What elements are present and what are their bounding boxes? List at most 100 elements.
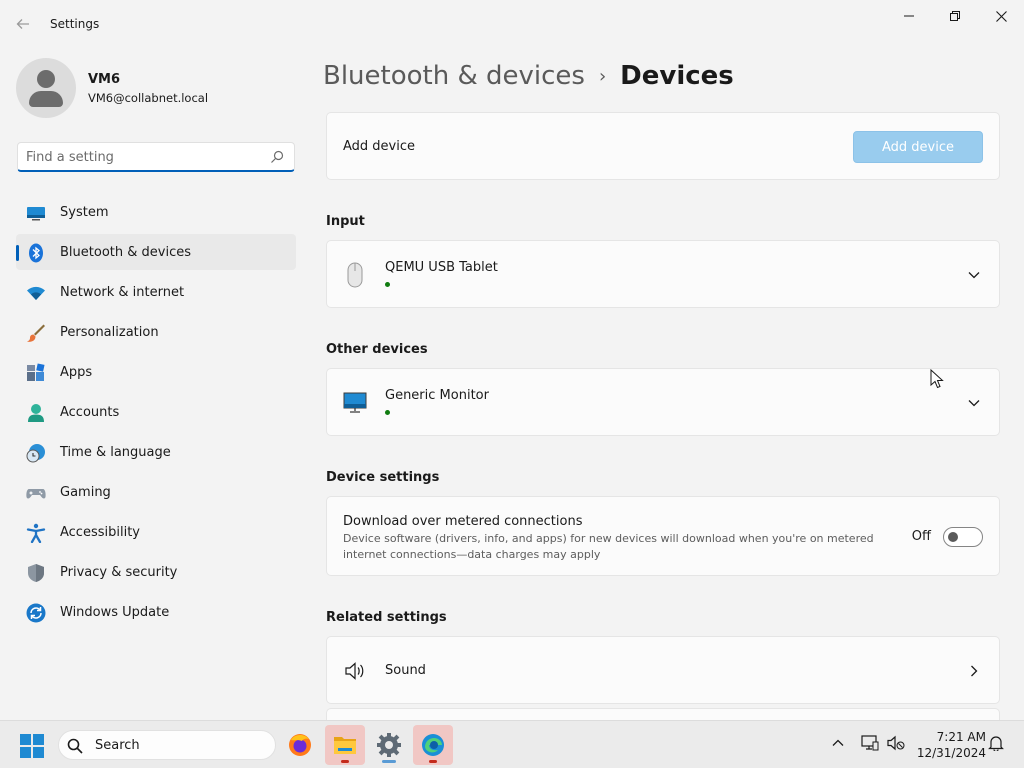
file-explorer-icon xyxy=(334,737,356,754)
metered-connections-setting: Download over metered connections Device… xyxy=(326,496,1000,576)
related-item-label: Sound xyxy=(385,663,426,678)
sidebar-item-personalization[interactable]: Personalization xyxy=(16,314,296,350)
sidebar-item-label: Accessibility xyxy=(60,525,140,540)
chevron-down-icon[interactable] xyxy=(967,396,981,410)
related-settings-section-title: Related settings xyxy=(326,610,447,625)
sidebar-item-accessibility[interactable]: Accessibility xyxy=(16,514,296,550)
sidebar-item-label: Gaming xyxy=(60,485,111,500)
search-icon xyxy=(67,738,83,754)
settings-search[interactable] xyxy=(17,142,295,172)
sidebar-item-label: Personalization xyxy=(60,325,159,340)
settings-icon xyxy=(377,733,401,757)
sidebar-item-accounts[interactable]: Accounts xyxy=(16,394,296,430)
running-indicator xyxy=(341,760,349,763)
sidebar-nav: System Bluetooth & devices Network & int… xyxy=(16,194,296,634)
volume-tray-button[interactable] xyxy=(886,733,906,753)
connected-status-dot xyxy=(385,282,390,287)
active-indicator xyxy=(382,760,396,763)
clock-time: 7:21 AM xyxy=(936,730,986,744)
device-name: QEMU USB Tablet xyxy=(385,260,498,275)
taskbar-app-edge[interactable] xyxy=(413,725,453,765)
add-device-label: Add device xyxy=(343,139,416,154)
title-bar: Settings xyxy=(0,0,1024,48)
sidebar-item-apps[interactable]: Apps xyxy=(16,354,296,390)
breadcrumb-separator: › xyxy=(598,65,607,87)
sidebar-item-label: Accounts xyxy=(60,405,120,420)
add-device-card: Add device Add device xyxy=(326,112,1000,180)
minimize-button[interactable] xyxy=(886,0,932,32)
taskbar-search-label: Search xyxy=(95,738,140,753)
sidebar-item-system[interactable]: System xyxy=(16,194,296,230)
sidebar-item-label: System xyxy=(60,205,109,220)
profile-name: VM6 xyxy=(88,72,121,87)
sidebar-item-gaming[interactable]: Gaming xyxy=(16,474,296,510)
breadcrumb-parent[interactable]: Bluetooth & devices xyxy=(323,61,585,91)
wifi-icon xyxy=(27,286,45,300)
speaker-icon xyxy=(345,662,364,680)
taskbar-app-settings[interactable] xyxy=(369,725,409,765)
bluetooth-icon xyxy=(29,243,43,263)
notifications-button[interactable] xyxy=(986,733,1006,753)
taskbar-search[interactable]: Search xyxy=(58,730,276,760)
avatar xyxy=(16,58,76,118)
back-button[interactable] xyxy=(10,12,36,36)
taskbar-clock[interactable]: 7:21 AM 12/31/2024 xyxy=(914,729,986,761)
device-name: Generic Monitor xyxy=(385,388,489,403)
search-icon[interactable] xyxy=(270,150,284,164)
sidebar-item-bluetooth-devices[interactable]: Bluetooth & devices xyxy=(16,234,296,270)
breadcrumb: Bluetooth & devices › Devices xyxy=(323,58,734,94)
sidebar-item-privacy-security[interactable]: Privacy & security xyxy=(16,554,296,590)
back-arrow-icon xyxy=(16,19,29,29)
user-profile[interactable]: VM6 VM6@collabnet.local xyxy=(16,58,296,118)
close-button[interactable] xyxy=(978,0,1024,32)
add-device-button[interactable]: Add device xyxy=(853,131,983,163)
maximize-button[interactable] xyxy=(932,0,978,32)
search-input[interactable] xyxy=(26,148,266,166)
mouse-cursor-icon xyxy=(930,369,944,389)
device-row-qemu-usb-tablet[interactable]: QEMU USB Tablet xyxy=(326,240,1000,308)
sidebar-item-label: Apps xyxy=(60,365,93,380)
toggle-state-label: Off xyxy=(911,529,931,544)
sidebar-item-label: Bluetooth & devices xyxy=(60,245,191,260)
restore-icon xyxy=(950,11,960,21)
taskbar-app-firefox[interactable] xyxy=(280,725,320,765)
shield-icon xyxy=(28,564,44,582)
gamepad-icon xyxy=(26,489,46,499)
system-icon xyxy=(27,207,45,221)
device-settings-section-title: Device settings xyxy=(326,470,440,485)
bell-icon xyxy=(988,736,1004,751)
network-tray-button[interactable] xyxy=(860,733,880,753)
related-item-sound[interactable]: Sound xyxy=(326,636,1000,704)
clock-date: 12/31/2024 xyxy=(916,746,986,760)
connected-status-dot xyxy=(385,410,390,415)
accounts-icon xyxy=(28,404,44,422)
sidebar-item-windows-update[interactable]: Windows Update xyxy=(16,594,296,630)
taskbar: Search 7:21 AM 12/31/2024 xyxy=(0,720,1024,768)
time-language-icon xyxy=(26,444,45,463)
show-hidden-icons[interactable] xyxy=(828,733,848,753)
input-section-title: Input xyxy=(326,214,365,229)
brush-icon xyxy=(27,324,45,342)
page-title: Devices xyxy=(620,61,734,91)
sidebar-item-time-language[interactable]: Time & language xyxy=(16,434,296,470)
sidebar-item-network[interactable]: Network & internet xyxy=(16,274,296,310)
speaker-muted-icon xyxy=(887,735,905,751)
firefox-icon xyxy=(289,734,311,756)
edge-icon xyxy=(422,734,444,756)
app-title: Settings xyxy=(50,17,100,31)
chevron-right-icon[interactable] xyxy=(967,664,981,678)
chevron-down-icon[interactable] xyxy=(967,268,981,282)
windows-start-icon[interactable] xyxy=(20,734,44,758)
monitor-icon xyxy=(343,392,367,413)
toggle-knob xyxy=(948,532,958,542)
sidebar-item-label: Time & language xyxy=(60,445,171,460)
metered-toggle[interactable] xyxy=(943,527,983,547)
sidebar-item-label: Network & internet xyxy=(60,285,185,300)
accessibility-icon xyxy=(26,523,46,543)
other-devices-section-title: Other devices xyxy=(326,342,428,357)
close-icon xyxy=(995,10,1007,22)
device-row-generic-monitor[interactable]: Generic Monitor xyxy=(326,368,1000,436)
minimize-icon xyxy=(904,15,914,17)
apps-icon xyxy=(27,363,45,381)
taskbar-app-file-explorer[interactable] xyxy=(325,725,365,765)
